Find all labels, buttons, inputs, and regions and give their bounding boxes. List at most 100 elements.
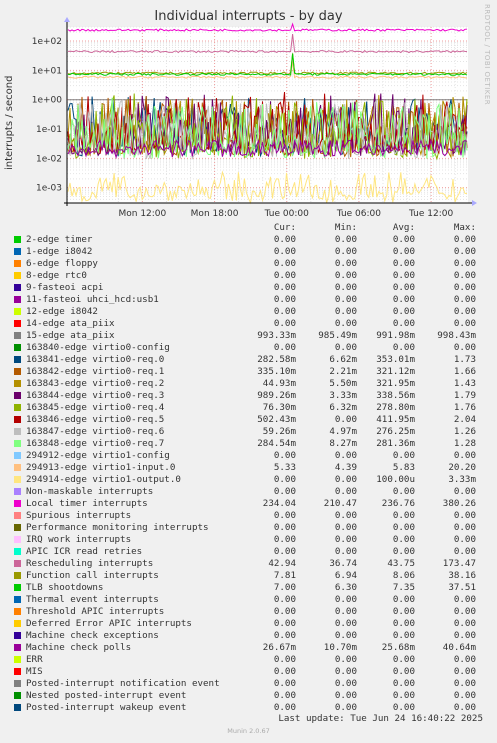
legend-row: Machine check exceptions 0.00 0.00 0.00 0.00 [0, 630, 497, 642]
legend-min: 0.00 [334, 690, 357, 701]
header-avg: Avg: [392, 222, 415, 233]
legend-cur: 993.33m [257, 330, 296, 341]
legend-label: Function call interrupts [26, 570, 159, 581]
legend-avg: 338.56m [376, 390, 415, 401]
legend-avg: 281.36m [376, 438, 415, 449]
legend-avg: 0.00 [392, 594, 415, 605]
legend-avg: 0.00 [392, 534, 415, 545]
legend-max: 0.00 [453, 654, 476, 665]
legend-label: 12-edge i8042 [26, 306, 98, 317]
legend-swatch [14, 512, 21, 519]
legend-label: Threshold APIC interrupts [26, 606, 165, 617]
legend-row: 15-edge ata_piix 993.33m 985.49m 991.98m 998… [0, 330, 497, 342]
legend-avg: 0.00 [392, 510, 415, 521]
legend-min: 0.00 [334, 474, 357, 485]
legend-row: 294914-edge virtio1-output.0 0.00 0.00 100.… [0, 474, 497, 486]
legend-max: 0.00 [453, 678, 476, 689]
legend-cur: 234.04 [262, 498, 296, 509]
legend-min: 36.74 [329, 558, 357, 569]
legend-min: 0.00 [334, 510, 357, 521]
legend-row: 163840-edge virtio0-config 0.00 0.00 0.00 0.… [0, 342, 497, 354]
legend-max: 0.00 [453, 618, 476, 629]
legend-avg: 0.00 [392, 546, 415, 557]
x-ticks: Mon 12:00 Mon 18:00 Tue 00:00 Tue 06:00 Tue … [118, 209, 453, 219]
legend-min: 0.00 [334, 342, 357, 353]
legend-swatch [14, 608, 21, 615]
legend-row: 163844-edge virtio0-req.3 989.26m 3.33m 338… [0, 390, 497, 402]
legend-row: 11-fasteoi uhci_hcd:usb1 0.00 0.00 0.00 0.00 [0, 294, 497, 306]
legend-swatch [14, 704, 21, 711]
legend-avg: 7.35 [392, 582, 415, 593]
legend-label: Deferred Error APIC interrupts [26, 618, 192, 629]
legend-avg: 0.00 [392, 522, 415, 533]
legend-swatch [14, 260, 21, 267]
header-cur: Cur: [273, 222, 296, 233]
legend-label: 294913-edge virtio1-input.0 [26, 462, 176, 473]
legend-swatch [14, 560, 21, 567]
legend-label: 163842-edge virtio0-req.1 [26, 366, 165, 377]
legend-row: Non-maskable interrupts 0.00 0.00 0.00 0.00 [0, 486, 497, 498]
legend-label: 163841-edge virtio0-req.0 [26, 354, 165, 365]
legend-max: 0.00 [453, 234, 476, 245]
legend-swatch [14, 668, 21, 675]
legend-max: 0.00 [453, 690, 476, 701]
legend-label: Thermal event interrupts [26, 594, 159, 605]
legend-cur: 0.00 [273, 306, 296, 317]
legend-max: 1.28 [453, 438, 476, 449]
legend-label: 163848-edge virtio0-req.7 [26, 438, 165, 449]
legend-label: Machine check polls [26, 642, 132, 653]
legend-row: 1-edge i8042 0.00 0.00 0.00 0.00 [0, 246, 497, 258]
legend-avg: 278.80m [376, 402, 415, 413]
legend-label: TLB shootdowns [26, 582, 104, 593]
legend-cur: 0.00 [273, 342, 296, 353]
legend-swatch [14, 584, 21, 591]
legend-row: TLB shootdowns 7.00 6.30 7.35 37.51 [0, 582, 497, 594]
legend-label: 2-edge timer [26, 234, 93, 245]
legend-swatch [14, 440, 21, 447]
legend-min: 6.30 [334, 582, 357, 593]
y-ticks: 1e-03 1e-02 1e-01 1e+00 1e+01 1e+02 [32, 37, 63, 194]
legend-min: 985.49m [318, 330, 357, 341]
legend-cur: 0.00 [273, 510, 296, 521]
legend-min: 6.62m [329, 354, 357, 365]
legend-min: 0.00 [334, 246, 357, 257]
legend-label: Posted-interrupt notification event [26, 678, 220, 689]
legend-cur: 989.26m [257, 390, 296, 401]
legend-label: IRQ work interrupts [26, 534, 132, 545]
legend-row: 294912-edge virtio1-config 0.00 0.00 0.00 0.… [0, 450, 497, 462]
legend-label: 11-fasteoi uhci_hcd:usb1 [26, 294, 159, 305]
legend-row: Rescheduling interrupts 42.94 36.74 43.75 17… [0, 558, 497, 570]
legend-cur: 0.00 [273, 474, 296, 485]
legend-swatch [14, 248, 21, 255]
legend-avg: 236.76 [381, 498, 415, 509]
legend-cur: 0.00 [273, 486, 296, 497]
legend-row: 163848-edge virtio0-req.7 284.54m 8.27m 281… [0, 438, 497, 450]
legend-max: 40.64m [442, 642, 476, 653]
legend-min: 0.00 [334, 546, 357, 557]
legend-avg: 0.00 [392, 630, 415, 641]
y-tick-label: 1e+01 [32, 66, 62, 76]
legend-min: 0.00 [334, 594, 357, 605]
legend-max: 0.00 [453, 630, 476, 641]
legend-min: 5.50m [329, 378, 357, 389]
legend-min: 0.00 [334, 234, 357, 245]
legend-row: IRQ work interrupts 0.00 0.00 0.00 0.00 [0, 534, 497, 546]
legend-label: Machine check exceptions [26, 630, 159, 641]
legend-cur: 282.58m [257, 354, 296, 365]
legend-cur: 7.00 [273, 582, 296, 593]
legend-min: 0.00 [334, 678, 357, 689]
legend-row: Thermal event interrupts 0.00 0.00 0.00 0.00 [0, 594, 497, 606]
legend-row: 163847-edge virtio0-req.6 59.26m 4.97m 276.… [0, 426, 497, 438]
legend-min: 0.00 [334, 282, 357, 293]
legend-swatch [14, 680, 21, 687]
legend-cur: 76.30m [262, 402, 296, 413]
legend-cur: 26.67m [262, 642, 296, 653]
legend-max: 998.43m [437, 330, 476, 341]
legend-max: 0.00 [453, 546, 476, 557]
legend-label: 15-edge ata_piix [26, 330, 115, 341]
legend-max: 0.00 [453, 306, 476, 317]
legend-min: 4.97m [329, 426, 357, 437]
legend-min: 0.00 [334, 486, 357, 497]
legend-avg: 0.00 [392, 282, 415, 293]
legend-swatch [14, 596, 21, 603]
